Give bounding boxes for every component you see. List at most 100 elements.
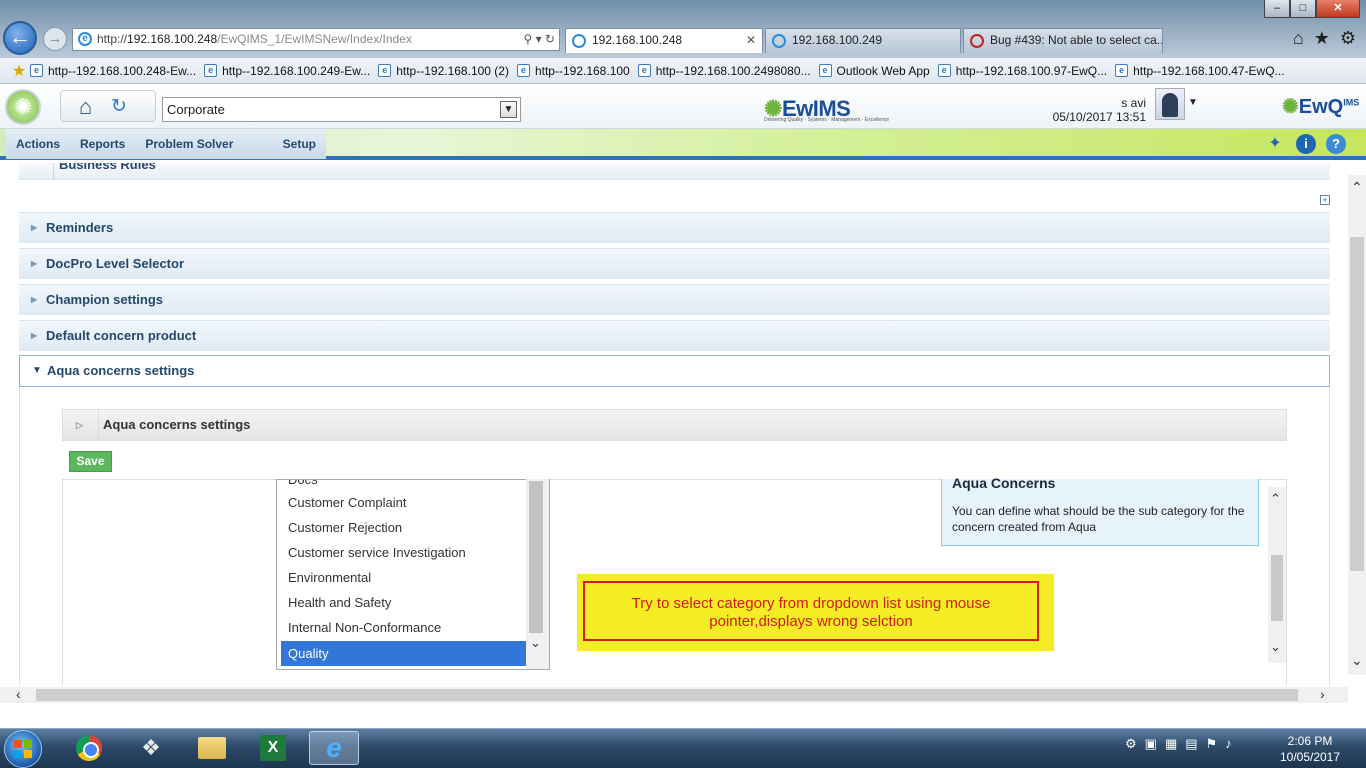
favorite-link[interactable]: e http--192.168.100 (2) <box>378 64 509 78</box>
volume-muted-icon[interactable]: ♪ <box>1225 736 1232 752</box>
address-bar[interactable]: e http://192.168.100.248/EwQIMS_1/EwIMSN… <box>72 28 560 51</box>
favorites-star-icon[interactable]: ★ <box>1314 28 1330 49</box>
tray-app-icon[interactable]: ▣ <box>1145 736 1157 752</box>
list-item-selected[interactable]: Quality <box>281 641 527 666</box>
taskbar-clock[interactable]: 2:06 PM 10/05/2017 <box>1270 733 1350 765</box>
info-icon[interactable]: i <box>1296 134 1316 154</box>
list-item[interactable]: Customer Complaint <box>281 490 527 515</box>
tray-app-icon[interactable]: ▦ <box>1165 736 1177 752</box>
chevron-up-icon[interactable]: ⌃ <box>1270 491 1281 507</box>
favorite-link[interactable]: e http--192.168.100.2498080... <box>637 64 811 78</box>
accordion-default-concern-product[interactable]: ▶ Default concern product <box>19 320 1330 351</box>
taskbar-internet-explorer[interactable]: e <box>309 731 359 765</box>
favorite-link[interactable]: e http--192.168.100.97-EwQ... <box>937 64 1107 78</box>
help-icon[interactable]: ? <box>1326 134 1346 154</box>
chevron-left-icon[interactable]: ‹ <box>16 686 21 702</box>
favorite-link[interactable]: e Outlook Web App <box>818 64 930 78</box>
page-horizontal-scrollbar[interactable]: ‹ › <box>0 686 1348 703</box>
accordion-champion-settings[interactable]: ▶ Champion settings <box>19 284 1330 315</box>
chevron-down-icon[interactable]: ⌄ <box>1270 639 1281 655</box>
accordion-reminders[interactable]: ▶ Reminders <box>19 212 1330 243</box>
favorite-link[interactable]: e http--192.168.100.249-Ew... <box>204 64 370 78</box>
panel-title: Aqua concerns settings <box>103 417 251 432</box>
search-refresh-icons[interactable]: ⚲ ▾ ↻ <box>523 29 555 50</box>
category-listbox[interactable]: Docs Customer Complaint Customer Rejecti… <box>276 479 550 670</box>
menu-setup[interactable]: Setup <box>273 129 326 159</box>
list-item[interactable]: Customer Rejection <box>281 515 527 540</box>
tab-bug-439[interactable]: Bug #439: Not able to select ca... <box>963 28 1163 53</box>
user-menu-chevron-icon[interactable]: ▼ <box>1188 97 1198 108</box>
chevron-right-icon[interactable]: › <box>1320 686 1325 702</box>
list-item[interactable]: Environmental <box>281 565 527 590</box>
tab-192-168-100-248[interactable]: 192.168.100.248 ✕ <box>565 28 763 53</box>
scrollbar-thumb[interactable] <box>36 689 1298 701</box>
listbox-scrollbar[interactable]: ⌄ <box>526 479 549 669</box>
aqua-settings-panel-header[interactable]: ▷ Aqua concerns settings <box>62 409 1287 441</box>
home-icon[interactable]: ⌂ <box>79 94 92 120</box>
panel-scrollbar[interactable]: ⌃ ⌄ <box>1268 487 1286 663</box>
settings-gear-icon[interactable]: ⚙ <box>1340 28 1356 49</box>
scrollbar-thumb[interactable] <box>1271 555 1283 621</box>
tab-192-168-100-249[interactable]: 192.168.100.249 <box>765 28 961 53</box>
scrollbar-thumb[interactable] <box>529 481 543 633</box>
tray-app-icon[interactable]: ⚙ <box>1125 736 1137 752</box>
home-icon[interactable]: ⌂ <box>1293 28 1304 49</box>
chevron-right-icon: ▶ <box>31 331 38 340</box>
aqua-info-title: Aqua Concerns <box>952 475 1056 491</box>
list-item[interactable]: Customer service Investigation <box>281 540 527 565</box>
app-logo-icon[interactable]: ✺ <box>5 89 41 125</box>
accordion-label: DocPro Level Selector <box>46 256 184 271</box>
list-item[interactable]: Internal Non-Conformance <box>281 615 527 640</box>
accordion-business-rules[interactable]: Business Rules <box>19 163 1330 180</box>
favorites-icon[interactable]: ★ <box>8 61 30 81</box>
pin-icon[interactable]: ✦ <box>1265 134 1285 154</box>
ie-tab-icon <box>572 34 586 48</box>
page-vertical-scrollbar[interactable]: ⌃ ⌄ <box>1348 175 1366 675</box>
clock-time: 2:06 PM <box>1287 734 1333 748</box>
minimize-button[interactable]: – <box>1264 0 1290 18</box>
logo-flower-icon: ✺ <box>1282 96 1299 118</box>
menu-problem-solver-setup[interactable]: Problem Solver Setup <box>135 129 272 181</box>
browser-toolbar-icons: ⌂ ★ ⚙ <box>1293 28 1356 49</box>
tab-close-icon[interactable]: ✕ <box>746 29 756 52</box>
avatar[interactable] <box>1155 88 1185 120</box>
forward-button[interactable]: → <box>43 27 67 51</box>
accordion-docpro-level-selector[interactable]: ▶ DocPro Level Selector <box>19 248 1330 279</box>
close-window-button[interactable]: ✕ <box>1316 0 1360 18</box>
action-center-flag-icon[interactable]: ⚑ <box>1206 736 1218 752</box>
favorite-label: http--192.168.100.248-Ew... <box>48 63 197 78</box>
accordion-aqua-concerns-settings[interactable]: ▼ Aqua concerns settings <box>19 355 1330 387</box>
back-button[interactable]: ← <box>3 21 37 55</box>
start-button[interactable] <box>4 730 42 768</box>
ie-tab-icon <box>772 34 786 48</box>
expand-all-icon[interactable]: + <box>1320 195 1330 205</box>
maximize-button[interactable]: □ <box>1290 0 1316 18</box>
organization-select[interactable]: Corporate ▼ <box>162 97 521 122</box>
ie-page-icon: e <box>937 64 951 77</box>
ie-page-icon: e <box>30 64 43 77</box>
chevron-up-icon[interactable]: ⌃ <box>1351 179 1363 196</box>
favorite-label: http--192.168.100 <box>534 63 630 78</box>
network-icon[interactable]: ▤ <box>1185 736 1197 752</box>
favorite-link[interactable]: e http--192.168.100.47-EwQ... <box>1115 64 1285 78</box>
favorite-link[interactable]: e http--192.168.100 <box>516 63 630 78</box>
logo-tagline: Delivering Quality · Systems · Managemen… <box>764 117 890 123</box>
chevron-down-icon[interactable]: ▼ <box>500 101 517 118</box>
refresh-icon[interactable]: ↻ <box>111 95 127 118</box>
menu-reports[interactable]: Reports <box>70 129 135 159</box>
list-item[interactable]: Health and Safety <box>281 590 527 615</box>
taskbar-chrome[interactable] <box>67 731 111 765</box>
favorite-label: http--192.168.100.249-Ew... <box>222 63 371 78</box>
taskbar-excel[interactable]: X <box>251 731 295 765</box>
ie-page-icon: e <box>637 64 651 77</box>
save-button[interactable]: Save <box>69 451 112 472</box>
taskbar-explorer[interactable] <box>190 731 234 765</box>
chevron-down-icon[interactable]: ⌄ <box>530 635 541 651</box>
taskbar-tool[interactable]: ❖ <box>129 731 173 765</box>
divider <box>98 410 99 440</box>
chevron-down-icon[interactable]: ⌄ <box>1351 652 1363 669</box>
scrollbar-thumb[interactable] <box>1350 237 1364 571</box>
aqua-info-text: You can define what should be the sub ca… <box>952 504 1245 534</box>
menu-actions[interactable]: Actions <box>6 129 70 159</box>
favorite-link[interactable]: e http--192.168.100.248-Ew... <box>30 64 196 78</box>
